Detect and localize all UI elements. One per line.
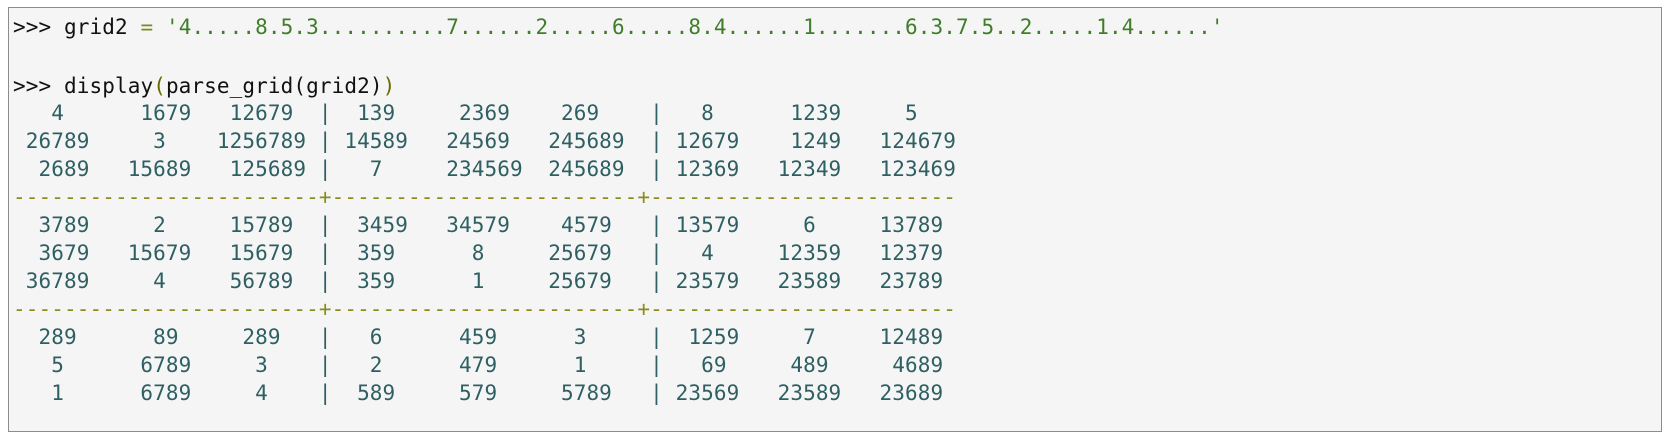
input-line-call: >>> display(parse_grid(grid2)): [13, 71, 395, 101]
string-literal: '4.....8.5.3..........7......2.....6....…: [165, 15, 1224, 39]
function-name: display: [63, 74, 154, 98]
prompt-marker: >>>: [13, 15, 52, 39]
grid-row: 5 6789 3 | 2 479 1 | 69 489 4689: [13, 353, 944, 377]
grid-separator: ------------------------+---------------…: [13, 185, 956, 209]
grid-row: 2689 15689 125689 | 7 234569 245689 | 12…: [13, 157, 956, 181]
variable-name: grid2: [63, 15, 128, 39]
grid-row: 3679 15679 15679 | 359 8 25679 | 4 12359…: [13, 241, 944, 265]
grid-row: 36789 4 56789 | 359 1 25679 | 23579 2358…: [13, 269, 944, 293]
input-line-assignment: >>> grid2 = '4.....8.5.3..........7.....…: [13, 12, 1224, 42]
grid-row: 1 6789 4 | 589 579 5789 | 23569 23589 23…: [13, 381, 944, 405]
grid-separator: ------------------------+---------------…: [13, 297, 956, 321]
console-output-panel: >>> grid2 = '4.....8.5.3..........7.....…: [8, 7, 1662, 432]
call-argument: parse_grid(grid2): [165, 74, 383, 98]
close-paren: ): [382, 74, 396, 98]
grid-row: 3789 2 15789 | 3459 34579 4579 | 13579 6…: [13, 213, 944, 237]
grid-row: 4 1679 12679 | 139 2369 269 | 8 1239 5: [13, 101, 918, 125]
assignment-operator: =: [140, 15, 154, 39]
grid-row: 26789 3 1256789 | 14589 24569 245689 | 1…: [13, 129, 956, 153]
prompt-marker: >>>: [13, 74, 52, 98]
grid-row: 289 89 289 | 6 459 3 | 1259 7 12489: [13, 325, 944, 349]
open-paren: (: [153, 74, 166, 98]
